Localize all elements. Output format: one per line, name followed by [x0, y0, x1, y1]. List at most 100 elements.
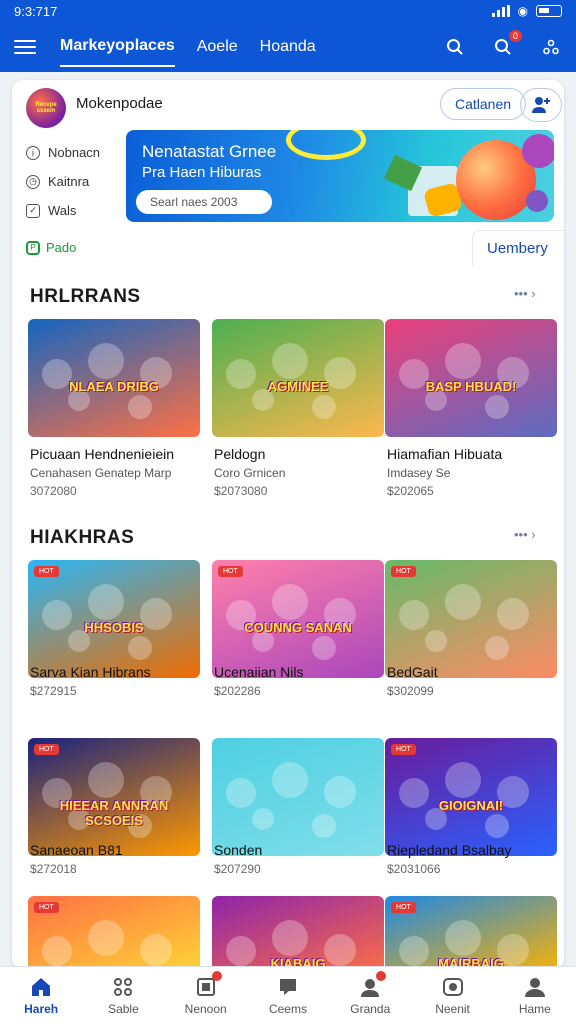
tab-apps[interactable]: Aoele — [197, 28, 238, 66]
game-price: 3072080 — [30, 484, 77, 498]
search-icon[interactable] — [444, 36, 466, 58]
merchant-logo[interactable]: Recepe sssem — [26, 88, 66, 128]
check-icon: ✓ — [26, 203, 40, 218]
bottom-nav-label: Sable — [108, 1002, 139, 1016]
character-illustration — [312, 395, 336, 419]
add-user-button[interactable] — [520, 88, 562, 122]
tab-marketplaces[interactable]: Markeyoplaces — [60, 27, 175, 67]
merchant-name: Mokenpodae — [76, 94, 163, 112]
game-thumbnail[interactable]: HOT GIOIGNAI! — [385, 738, 557, 856]
character-illustration — [312, 814, 336, 838]
side-item-check[interactable]: ✓ Wals — [26, 196, 100, 225]
signal-icon — [491, 5, 510, 17]
game-art-title: NLAEA DRIBG — [69, 379, 159, 394]
character-illustration — [42, 936, 72, 966]
game-publisher: Coro Grnicen — [214, 466, 286, 480]
notification-search-icon[interactable]: 0 — [492, 30, 522, 58]
character-illustration — [445, 920, 481, 956]
status-icons: ◉ — [491, 4, 562, 18]
bottom-nav: Hareh Sable Nenoon Ceems Granda Neenit Hame — [0, 966, 576, 1024]
game-thumbnail[interactable]: HOT — [28, 896, 200, 970]
section-title-1: HRLRRANS — [30, 286, 141, 307]
game-thumbnail[interactable] — [212, 738, 384, 856]
character-illustration — [485, 395, 509, 419]
character-illustration — [324, 776, 356, 808]
info-icon: i — [26, 145, 40, 160]
character-illustration — [272, 762, 308, 798]
bottom-nav-label: Hame — [518, 1002, 551, 1016]
section-more-1[interactable]: ••• › — [514, 286, 536, 301]
game-thumbnail[interactable]: HOT — [385, 560, 557, 678]
add-user-icon — [532, 97, 550, 113]
character-illustration — [140, 934, 172, 966]
marketplace-card: Recepe sssem Mokenpodae Catlanen i Nobnac… — [12, 80, 564, 970]
person-group-icon — [358, 971, 387, 999]
bottom-nav-item-3[interactable]: Ceems — [247, 967, 329, 1024]
game-publisher: Cenahasen Genatep Marp — [30, 466, 172, 480]
game-price: $302099 — [387, 684, 434, 698]
tab-handa[interactable]: Hoanda — [260, 28, 316, 66]
game-art-title: HIEEAR ANNRAN SCSOEIS — [59, 798, 169, 828]
game-price: $2073080 — [214, 484, 268, 498]
banner-subtitle: Pra Haen Hiburas — [142, 164, 262, 181]
hot-tag: HOT — [218, 566, 243, 577]
game-thumbnail[interactable]: BASP HBUAD! — [385, 319, 557, 437]
chevron-right-icon: › — [531, 527, 536, 542]
more-dots: ••• — [514, 286, 528, 301]
character-illustration — [485, 814, 509, 838]
character-illustration — [272, 920, 308, 956]
catalog-button[interactable]: Catlanen — [440, 88, 527, 120]
game-thumbnail[interactable]: NLAEA DRIBG — [28, 319, 200, 437]
bottom-nav-item-1[interactable]: Sable — [82, 967, 164, 1024]
game-price: $202065 — [387, 484, 434, 498]
pado-link[interactable]: P Pado — [26, 240, 76, 255]
notification-dot — [376, 971, 387, 981]
bottom-nav-item-0[interactable]: Hareh — [0, 967, 82, 1024]
banner-search-field[interactable]: Searl naes 2003 — [136, 190, 272, 214]
bottom-nav-item-4[interactable]: Granda — [329, 967, 411, 1024]
bottom-nav-item-2[interactable]: Nenoon — [165, 967, 247, 1024]
membership-button[interactable]: Uembery — [472, 230, 564, 266]
game-thumbnail[interactable]: HOT HHSOBIS — [28, 560, 200, 678]
game-price: $272915 — [30, 684, 77, 698]
merchant-header: Recepe sssem Mokenpodae — [26, 88, 163, 128]
game-thumbnail[interactable]: HOT COUNNG SANAN — [212, 560, 384, 678]
game-thumbnail[interactable]: HOT HIEEAR ANNRAN SCSOEIS — [28, 738, 200, 856]
menu-icon[interactable] — [14, 40, 36, 54]
section-more-2[interactable]: ••• › — [514, 527, 536, 542]
game-thumbnail[interactable]: AGMINEE — [212, 319, 384, 437]
bookmark-icon — [194, 971, 222, 999]
bottom-nav-label: Neenit — [435, 1002, 470, 1016]
game-name: Sonden — [214, 842, 263, 858]
character-illustration — [272, 584, 308, 620]
side-item-time[interactable]: ◷ Kaitnra — [26, 167, 100, 196]
game-name: Sanaeoan B81 — [30, 842, 123, 858]
more-dots: ••• — [514, 527, 528, 542]
character-illustration — [88, 343, 124, 379]
game-publisher: Imdasey Se — [387, 466, 451, 480]
clock-icon: ◷ — [26, 174, 40, 189]
character-illustration — [485, 636, 509, 660]
promo-banner[interactable]: Nenatastat Grnee Pra Haen Hiburas Searl … — [126, 130, 554, 222]
game-art-title: HHSOBIS — [84, 620, 144, 635]
character-illustration — [425, 630, 447, 652]
bottom-nav-item-5[interactable]: Neenit — [411, 967, 493, 1024]
side-item-info[interactable]: i Nobnacn — [26, 138, 100, 167]
camera-icon — [441, 975, 465, 999]
chat-bubble-icon: P — [26, 240, 40, 255]
notification-dot — [211, 971, 222, 981]
status-time: 9:3:717 — [14, 3, 58, 19]
game-art-title: AGMINEE — [267, 379, 329, 394]
character-illustration — [445, 343, 481, 379]
hot-tag: HOT — [34, 744, 59, 755]
hot-tag: HOT — [391, 566, 416, 577]
game-thumbnail[interactable]: HOT MAIRBAIG — [385, 896, 557, 970]
bottom-nav-label: Nenoon — [184, 1002, 227, 1016]
share-icon[interactable] — [540, 36, 562, 58]
section-title-2: HIAKHRAS — [30, 527, 135, 548]
character-illustration — [399, 600, 429, 630]
bottom-nav-item-6[interactable]: Hame — [494, 967, 576, 1024]
game-thumbnail[interactable]: KIABAIG — [212, 896, 384, 970]
home-icon — [29, 975, 53, 999]
game-art-title: GIOIGNAI! — [438, 798, 504, 813]
